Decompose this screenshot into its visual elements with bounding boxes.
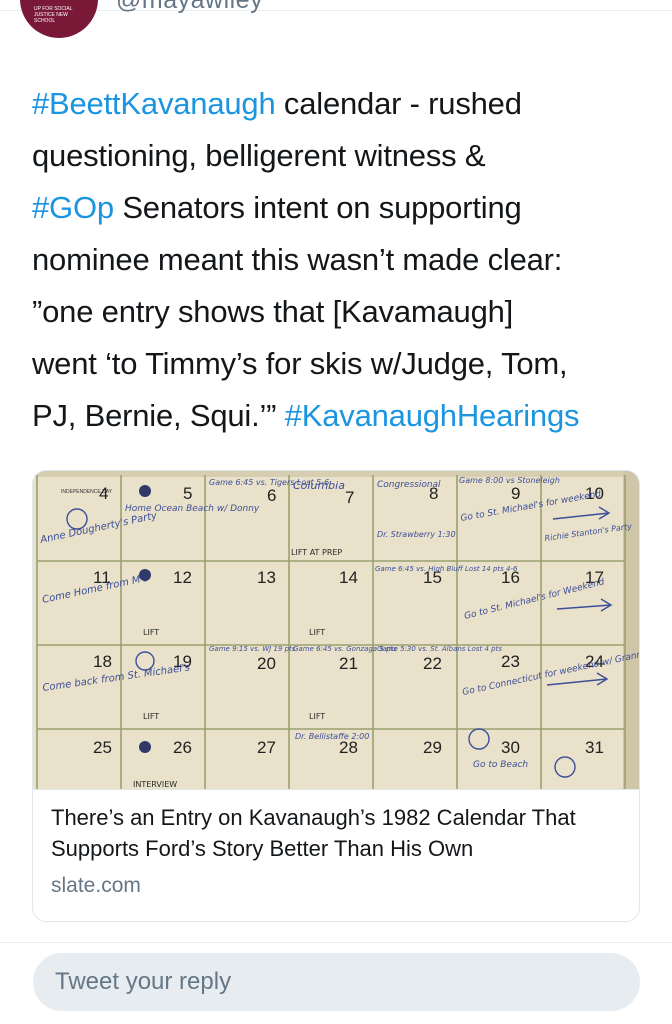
day-number: 30: [501, 738, 520, 757]
day-number: 29: [423, 738, 442, 757]
day-number: 18: [93, 652, 112, 671]
avatar[interactable]: UP FOR SOCIAL JUSTICE NEW SCHOOL: [20, 0, 98, 38]
note-7: Columbia: [293, 479, 345, 492]
card-domain: slate.com: [51, 874, 141, 897]
note-interview: INTERVIEW: [133, 780, 177, 789]
note-22: Game 5:30 vs. St. Albans Lost 4 pts: [377, 645, 502, 653]
day-number: 14: [339, 568, 358, 587]
tweet-text-line: ”one entry shows that [Kavamaugh]: [32, 294, 514, 329]
note-8: Congressional: [377, 480, 441, 490]
reply-input[interactable]: Tweet your reply: [33, 953, 640, 1011]
reply-placeholder: Tweet your reply: [55, 968, 232, 995]
day-number: 26: [173, 738, 192, 757]
note-lift: LIFT: [143, 712, 159, 721]
day-number: 5: [183, 484, 192, 503]
hashtag-link[interactable]: #KavanaughHearings: [285, 398, 580, 433]
card-text[interactable]: There’s an Entry on Kavanaugh’s 1982 Cal…: [33, 789, 639, 921]
note-28: Dr. Bellistaffe 2:00: [295, 732, 369, 741]
independence-day-label: INDEPENDENCE DAY: [61, 489, 113, 495]
day-number: 25: [93, 738, 112, 757]
tweet-header: UP FOR SOCIAL JUSTICE NEW SCHOOL @mayawi…: [0, 0, 672, 40]
day-number: 27: [257, 738, 276, 757]
tweet-text-segment: Senators intent on supporting: [113, 190, 522, 225]
note-30: Go to Beach: [473, 760, 528, 770]
calendar-image[interactable]: 4 5 6 7 8 9 10 11 12 13 14 15 16 17 18 1…: [33, 471, 639, 789]
tweet-text-segment: calendar - rushed: [275, 86, 522, 121]
day-number: 23: [501, 652, 520, 671]
note-5: Home Ocean Beach w/ Donny: [125, 504, 260, 514]
day-number: 12: [173, 568, 192, 587]
ink-dot: [139, 485, 151, 497]
day-number: 22: [423, 654, 442, 673]
day-number: 20: [257, 654, 276, 673]
link-card[interactable]: 4 5 6 7 8 9 10 11 12 13 14 15 16 17 18 1…: [32, 470, 640, 922]
day-number: 6: [267, 486, 276, 505]
calendar-illustration: 4 5 6 7 8 9 10 11 12 13 14 15 16 17 18 1…: [33, 471, 639, 789]
day-number: 21: [339, 654, 358, 673]
note-15: Game 6:45 vs. High Bluff Lost 14 pts 4-6: [375, 565, 518, 573]
note-9: Game 8:00 vs Stoneleigh: [459, 476, 560, 485]
day-number: 9: [511, 484, 520, 503]
day-number: 7: [345, 488, 354, 507]
tweet-text-segment: PJ, Bernie, Squi.’”: [32, 398, 285, 433]
note-lift: LIFT: [309, 712, 325, 721]
card-title[interactable]: There’s an Entry on Kavanaugh’s 1982 Cal…: [51, 802, 631, 864]
tweet-text: #BeettKavanaugh calendar - rushed questi…: [32, 78, 652, 442]
note-20: Game 9:15 vs. WJ 19 pts: [209, 645, 296, 653]
avatar-text: UP FOR SOCIAL JUSTICE NEW SCHOOL: [34, 6, 73, 24]
tweet-text-line: nominee meant this wasn’t made clear:: [32, 242, 563, 277]
note-14b: Dr. Strawberry 1:30: [377, 530, 456, 539]
hashtag-link[interactable]: #BeettKavanaugh: [32, 86, 276, 121]
note-lift: LIFT: [143, 628, 159, 637]
tweet-text-line: went ‘to Timmy’s for skis w/Judge, Tom,: [32, 346, 568, 381]
ink-dot: [139, 741, 151, 753]
day-number: 13: [257, 568, 276, 587]
hashtag-link[interactable]: #GOp: [32, 190, 114, 225]
ink-dot: [139, 569, 151, 581]
header-divider: [0, 10, 672, 11]
note-14: LIFT AT PREP: [291, 548, 342, 557]
user-handle[interactable]: @mayawiley: [116, 0, 263, 15]
day-number: 31: [585, 738, 604, 757]
tweet-text-line: questioning, belligerent witness &: [32, 138, 486, 173]
reply-divider: [0, 942, 672, 943]
note-lift: LIFT: [309, 628, 325, 637]
